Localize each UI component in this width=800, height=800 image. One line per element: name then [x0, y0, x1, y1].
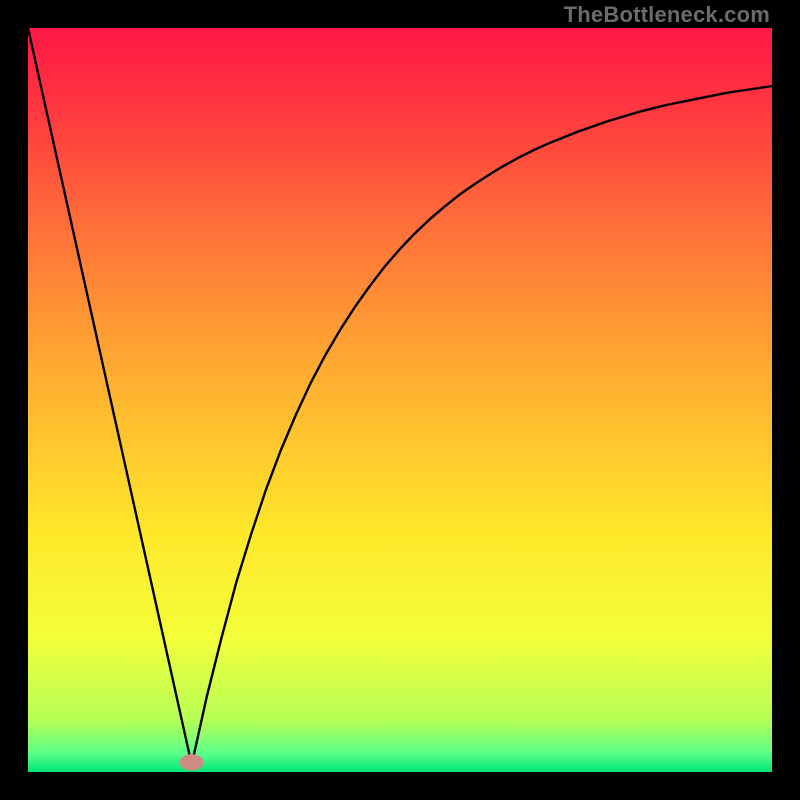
watermark-text: TheBottleneck.com [564, 2, 770, 28]
bottleneck-chart [28, 28, 772, 772]
chart-frame [28, 28, 772, 772]
minimum-marker [180, 754, 204, 770]
gradient-background [28, 28, 772, 772]
